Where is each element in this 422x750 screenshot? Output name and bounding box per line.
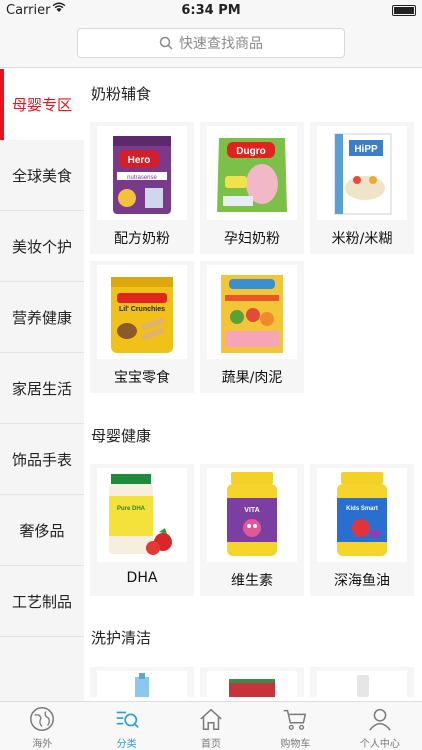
- product-image-gerber-puree: [207, 265, 297, 359]
- product-image-partial: [207, 671, 297, 697]
- status-bar: Carrier 6:34 PM: [0, 0, 422, 20]
- tab-home[interactable]: 首页: [169, 702, 253, 750]
- sidebar-item-label: 饰品手表: [11, 450, 72, 469]
- product-card-puree[interactable]: 蔬果/肉泥: [200, 261, 304, 393]
- tab-label: 个人中心: [359, 739, 400, 750]
- sidebar-item-nutrition-health[interactable]: 营养健康: [0, 282, 84, 353]
- product-grid: Hero nutrasense 配方奶粉 Dugro 孕妇奶粉 HiPP 米粉/…: [90, 122, 416, 393]
- tab-label: 海外: [32, 739, 53, 750]
- product-label: 深海鱼油: [334, 573, 390, 589]
- search-placeholder: 快速查找商品: [179, 36, 263, 52]
- tab-label: 购物车: [280, 739, 311, 750]
- sidebar-item-home-living[interactable]: 家居生活: [0, 353, 84, 424]
- product-image-partial: [317, 671, 407, 697]
- sidebar-item-label: 奢侈品: [19, 521, 65, 540]
- product-image-natures-way-fish-oil: Kids Smart: [317, 468, 407, 562]
- user-icon: [368, 708, 391, 731]
- product-image-gerber-crunchies: Lil' Crunchies: [97, 265, 187, 359]
- sidebar-item-label: 家居生活: [11, 379, 72, 398]
- product-image-childlife-dha: Pure DHA: [97, 468, 187, 562]
- search-input[interactable]: 快速查找商品: [77, 28, 345, 58]
- sidebar-item-label: 全球美食: [11, 166, 72, 185]
- sidebar-item-luxury[interactable]: 奢侈品: [0, 495, 84, 566]
- product-card-baby-snacks[interactable]: Lil' Crunchies 宝宝零食: [90, 261, 194, 393]
- product-label: 米粉/米糊: [331, 231, 393, 247]
- product-label: 宝宝零食: [114, 370, 170, 386]
- category-content: 奶粉辅食 Hero nutrasense 配方奶粉 Dugro 孕妇奶粉 HiP…: [84, 69, 422, 701]
- search-icon: [159, 36, 173, 50]
- search-header: 快速查找商品: [0, 20, 422, 68]
- bottom-tab-bar: 海外 分类 首页 购物车 个人中心: [0, 701, 422, 750]
- tab-category[interactable]: 分类: [84, 702, 168, 750]
- tab-overseas[interactable]: 海外: [0, 702, 84, 750]
- tab-label: 分类: [116, 739, 137, 750]
- product-grid: Pure DHA DHA VITA 维生素 Kids Smart 深海鱼油: [90, 464, 416, 596]
- sidebar-item-crafts[interactable]: 工艺制品: [0, 566, 84, 637]
- svg-text:nutrasense: nutrasense: [127, 175, 157, 181]
- product-card-maternal-formula[interactable]: Dugro 孕妇奶粉: [200, 122, 304, 254]
- svg-text:VITA: VITA: [244, 507, 259, 514]
- product-card-partial[interactable]: [310, 667, 414, 697]
- product-card-fish-oil[interactable]: Kids Smart 深海鱼油: [310, 464, 414, 596]
- tab-label: 首页: [201, 739, 222, 750]
- svg-text:Lil' Crunchies: Lil' Crunchies: [119, 306, 165, 313]
- section-title: 洗护清洁: [91, 629, 152, 647]
- product-card-rice-cereal[interactable]: HiPP 米粉/米糊: [310, 122, 414, 254]
- sidebar-item-jewelry-watches[interactable]: 饰品手表: [0, 424, 84, 495]
- sidebar-item-beauty-care[interactable]: 美妆个护: [0, 211, 84, 282]
- section-title: 奶粉辅食: [91, 85, 152, 103]
- svg-text:Dugro: Dugro: [236, 146, 265, 157]
- product-image-partial: [97, 671, 187, 697]
- sidebar-item-global-food[interactable]: 全球美食: [0, 140, 84, 211]
- product-card-formula[interactable]: Hero nutrasense 配方奶粉: [90, 122, 194, 254]
- section-title: 母婴健康: [91, 427, 152, 445]
- sidebar-item-label: 美妆个护: [11, 237, 72, 256]
- product-card-partial[interactable]: [90, 667, 194, 697]
- sidebar-item-label: 母婴专区: [11, 96, 72, 114]
- product-label: 蔬果/肉泥: [221, 370, 283, 386]
- product-image-hero-baby: Hero nutrasense: [97, 126, 187, 220]
- product-card-dha[interactable]: Pure DHA DHA: [90, 464, 194, 596]
- product-label: 配方奶粉: [114, 231, 170, 247]
- home-icon: [200, 708, 222, 731]
- svg-text:HiPP: HiPP: [354, 144, 378, 155]
- cart-icon: [284, 709, 307, 730]
- product-grid: [90, 667, 416, 697]
- sidebar-item-label: 营养健康: [11, 308, 72, 327]
- product-card-vitamins[interactable]: VITA 维生素: [200, 464, 304, 596]
- product-image-dugro: Dugro: [207, 126, 297, 220]
- clock: 6:34 PM: [181, 3, 241, 18]
- category-sidebar: 母婴专区 全球美食 美妆个护 营养健康 家居生活 饰品手表 奢侈品 工艺制品: [0, 69, 84, 701]
- product-label: 孕妇奶粉: [224, 231, 280, 247]
- tab-profile[interactable]: 个人中心: [338, 702, 422, 750]
- globe-icon: [30, 707, 55, 731]
- product-label: DHA: [126, 570, 158, 586]
- svg-text:Kids Smart: Kids Smart: [346, 506, 378, 512]
- svg-text:Pure DHA: Pure DHA: [117, 506, 146, 512]
- category-search-icon: [116, 711, 139, 728]
- sidebar-item-label: 工艺制品: [11, 592, 72, 611]
- product-image-natures-way-vitamins: VITA: [207, 468, 297, 562]
- product-image-hipp: HiPP: [317, 126, 407, 220]
- battery-icon: [392, 5, 416, 16]
- svg-text:Hero: Hero: [128, 155, 151, 166]
- product-label: 维生素: [231, 573, 273, 589]
- product-card-partial[interactable]: [200, 667, 304, 697]
- tab-cart[interactable]: 购物车: [253, 702, 337, 750]
- sidebar-item-maternal-baby[interactable]: 母婴专区: [0, 69, 84, 140]
